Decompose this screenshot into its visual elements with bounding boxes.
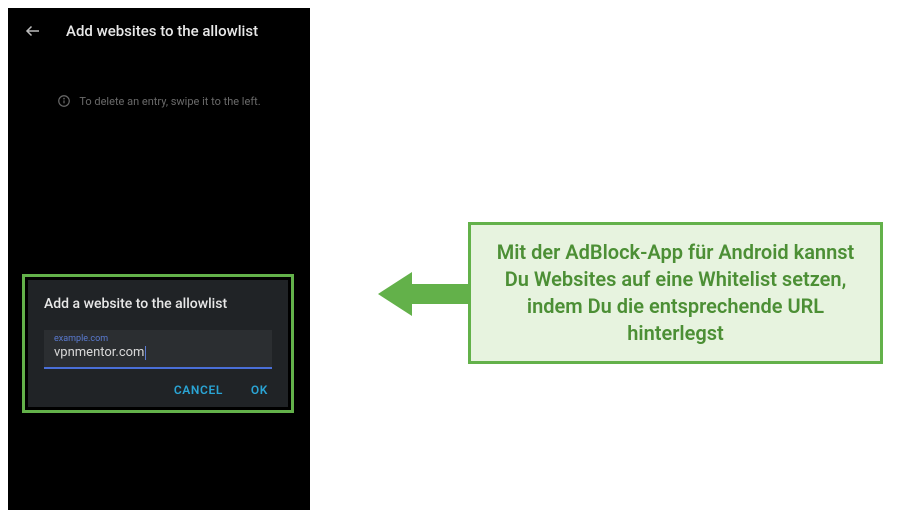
cancel-button[interactable]: CANCEL — [174, 383, 223, 397]
add-website-dialog: Add a website to the allowlist example.c… — [28, 280, 288, 407]
input-floating-label: example.com — [54, 334, 262, 344]
website-input[interactable]: example.com vpnmentor.com — [44, 330, 272, 369]
text-caret — [145, 346, 146, 360]
dialog-actions: CANCEL OK — [44, 383, 272, 397]
dialog-highlight-frame: Add a website to the allowlist example.c… — [22, 274, 294, 413]
callout-box: Mit der AdBlock-App für Android kannst D… — [468, 222, 883, 364]
info-icon — [57, 94, 71, 108]
phone-screen: Add websites to the allowlist To delete … — [8, 8, 310, 510]
back-arrow-icon[interactable] — [24, 22, 42, 40]
input-value: vpnmentor.com — [54, 345, 262, 361]
app-bar: Add websites to the allowlist — [8, 8, 310, 54]
ok-button[interactable]: OK — [251, 383, 268, 397]
hint-row: To delete an entry, swipe it to the left… — [8, 94, 310, 108]
dialog-title: Add a website to the allowlist — [44, 296, 272, 312]
callout-arrow-icon — [378, 264, 468, 324]
hint-text: To delete an entry, swipe it to the left… — [79, 95, 260, 108]
callout-text: Mit der AdBlock-App für Android kannst D… — [489, 239, 862, 347]
page-title: Add websites to the allowlist — [66, 22, 258, 40]
